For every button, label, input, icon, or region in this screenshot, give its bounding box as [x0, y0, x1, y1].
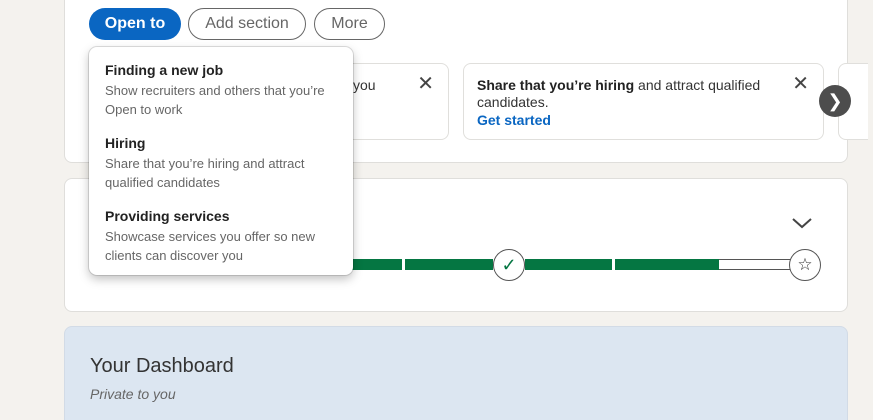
suggestion-text: Share that you’re hiring and attract qua…: [477, 77, 777, 111]
menu-item-description: Share that you’re hiring and attract qua…: [105, 156, 305, 190]
progress-segment: [615, 259, 719, 270]
more-button[interactable]: More: [314, 8, 385, 40]
chevron-down-icon[interactable]: [790, 211, 814, 235]
add-section-button[interactable]: Add section: [188, 8, 306, 40]
menu-item-title: Providing services: [105, 208, 230, 224]
menu-item-hiring[interactable]: Hiring Share that you’re hiring and attr…: [105, 135, 341, 192]
progress-segment: [352, 259, 402, 270]
page-edge: [873, 0, 877, 420]
menu-item-description: Show recruiters and others that you’re O…: [105, 83, 325, 117]
menu-item-description: Showcase services you offer so new clien…: [105, 229, 316, 263]
suggestion-text-bold: Share that you’re hiring: [477, 77, 635, 93]
dashboard-title: Your Dashboard: [90, 355, 234, 377]
get-started-link[interactable]: Get started: [477, 112, 551, 128]
dashboard-subtitle: Private to you: [90, 386, 176, 402]
open-to-button[interactable]: Open to: [89, 8, 181, 40]
menu-item-title: Finding a new job: [105, 62, 224, 78]
progress-segment: [405, 259, 493, 270]
suggestion-text: you: [353, 77, 376, 93]
suggestion-card-hiring: Share that you’re hiring and attract qua…: [463, 63, 824, 140]
star-icon: ☆: [789, 249, 821, 281]
close-icon[interactable]: ✕: [792, 74, 809, 94]
menu-item-providing-services[interactable]: Providing services Showcase services you…: [105, 208, 341, 265]
progress-track-remaining: [719, 259, 791, 270]
progress-segment: [525, 259, 612, 270]
check-icon: ✓: [493, 249, 525, 281]
chevron-right-icon: ❯: [827, 90, 843, 111]
open-to-dropdown: Finding a new job Show recruiters and ot…: [89, 47, 353, 275]
carousel-next-button[interactable]: ❯: [819, 85, 851, 117]
menu-item-title: Hiring: [105, 135, 146, 151]
close-icon[interactable]: ✕: [417, 74, 434, 94]
menu-item-finding-job[interactable]: Finding a new job Show recruiters and ot…: [105, 62, 341, 119]
